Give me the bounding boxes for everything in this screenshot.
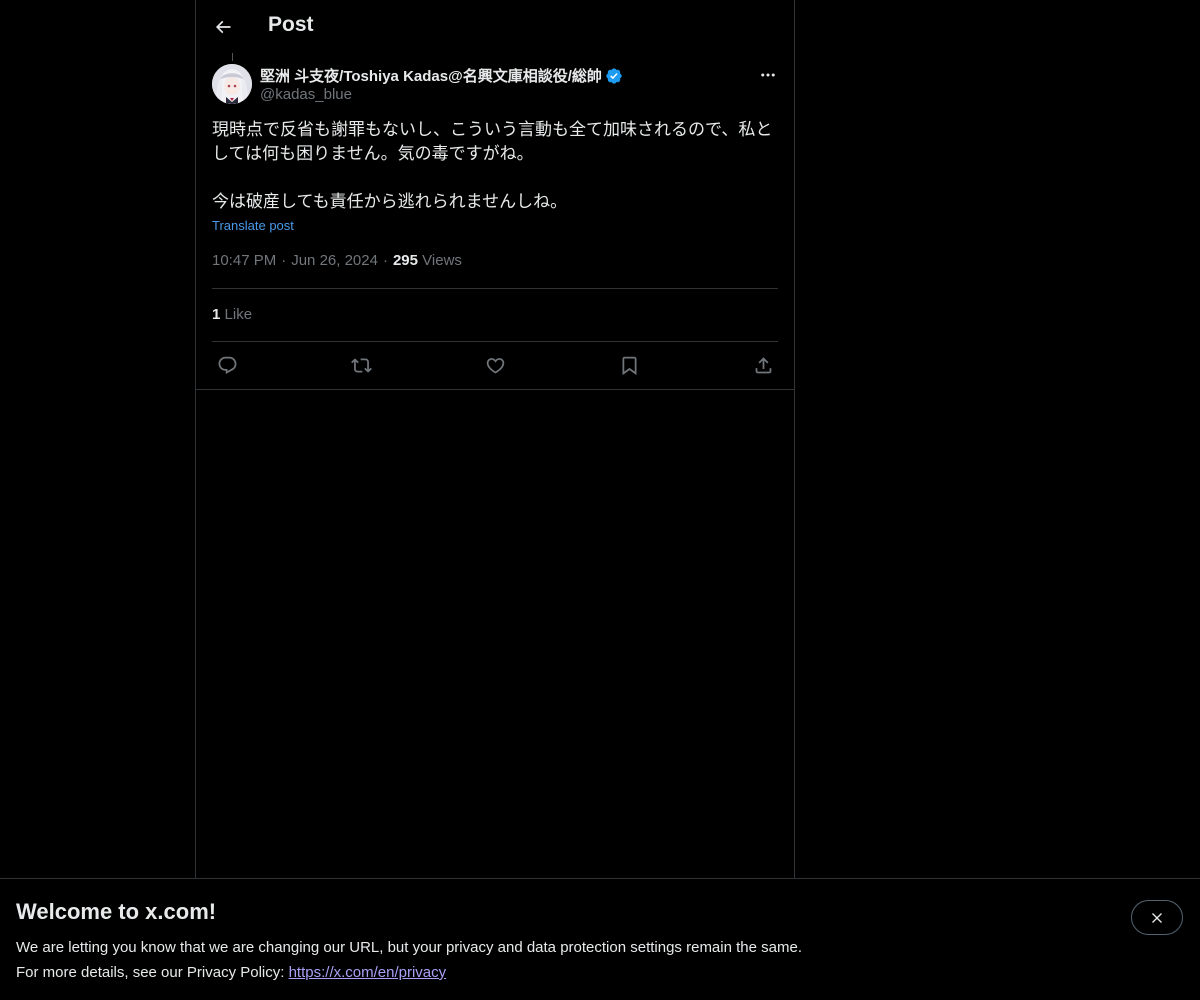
post-text-line: 現時点で反省も謝罪もないし、こういう言動も全て加味されるので、私と [212, 120, 773, 139]
post-text-line: 今は破産しても責任から逃れられませんしね。 [212, 192, 568, 211]
translate-post-link[interactable]: Translate post [212, 218, 294, 233]
post-header: Post [196, 0, 794, 53]
author-name-row[interactable]: 堅洲 斗支夜/Toshiya Kadas@名興文庫相談役/総帥 [260, 65, 623, 86]
reply-button[interactable] [212, 350, 242, 380]
post-metadata: 10:47 PM · Jun 26, 2024 · 295 Views [212, 252, 462, 269]
divider [196, 389, 794, 390]
post-actions-bar [212, 350, 778, 380]
verified-badge-icon [605, 67, 623, 85]
views-label: Views [422, 252, 462, 269]
like-icon [486, 357, 504, 374]
like-button[interactable] [480, 350, 510, 380]
post-column: Post 堅洲 斗支夜/Toshiya Kadas@名興文庫相談役/総帥 @ka… [195, 0, 795, 878]
arrow-left-icon [215, 20, 231, 34]
post-date[interactable]: Jun 26, 2024 [291, 252, 378, 269]
bookmark-icon [622, 356, 636, 375]
close-banner-button[interactable] [1131, 900, 1183, 935]
bookmark-button[interactable] [614, 350, 644, 380]
post-time[interactable]: 10:47 PM [212, 252, 276, 269]
avatar-image [212, 64, 252, 104]
post-text-line: しては何も困りません。気の毒ですがね。 [212, 144, 534, 163]
banner-line: For more details, see our Privacy Policy… [16, 960, 802, 985]
likes-row[interactable]: 1 Like [212, 306, 252, 323]
share-icon [755, 356, 771, 373]
banner-text: We are letting you know that we are chan… [16, 935, 802, 985]
divider [212, 288, 778, 289]
repost-button[interactable] [346, 350, 376, 380]
banner-line: We are letting you know that we are chan… [16, 939, 802, 956]
welcome-banner: Welcome to x.com! We are letting you kno… [0, 878, 1200, 1000]
likes-count: 1 [212, 306, 221, 323]
divider [212, 341, 778, 342]
banner-title: Welcome to x.com! [16, 899, 217, 924]
views-count: 295 [392, 252, 418, 269]
likes-label: Like [224, 306, 253, 323]
share-button[interactable] [748, 350, 778, 380]
reply-icon [218, 356, 236, 374]
repost-icon [350, 357, 372, 373]
thread-connector [232, 53, 233, 61]
privacy-policy-link[interactable]: https://x.com/en/privacy [289, 964, 447, 981]
page-title: Post [268, 13, 314, 36]
close-icon [1152, 912, 1162, 923]
author-handle[interactable]: @kadas_blue [260, 86, 352, 103]
post-text: 現時点で反省も謝罪もないし、こういう言動も全て加味されるので、私と しては何も困… [212, 118, 778, 214]
author-name[interactable]: 堅洲 斗支夜/Toshiya Kadas@名興文庫相談役/総帥 [260, 65, 602, 86]
avatar[interactable] [212, 64, 252, 104]
more-horizontal-icon [761, 73, 775, 77]
back-button[interactable] [206, 10, 240, 44]
banner-line-prefix: For more details, see our Privacy Policy… [16, 964, 289, 981]
more-options-button[interactable] [754, 64, 782, 86]
